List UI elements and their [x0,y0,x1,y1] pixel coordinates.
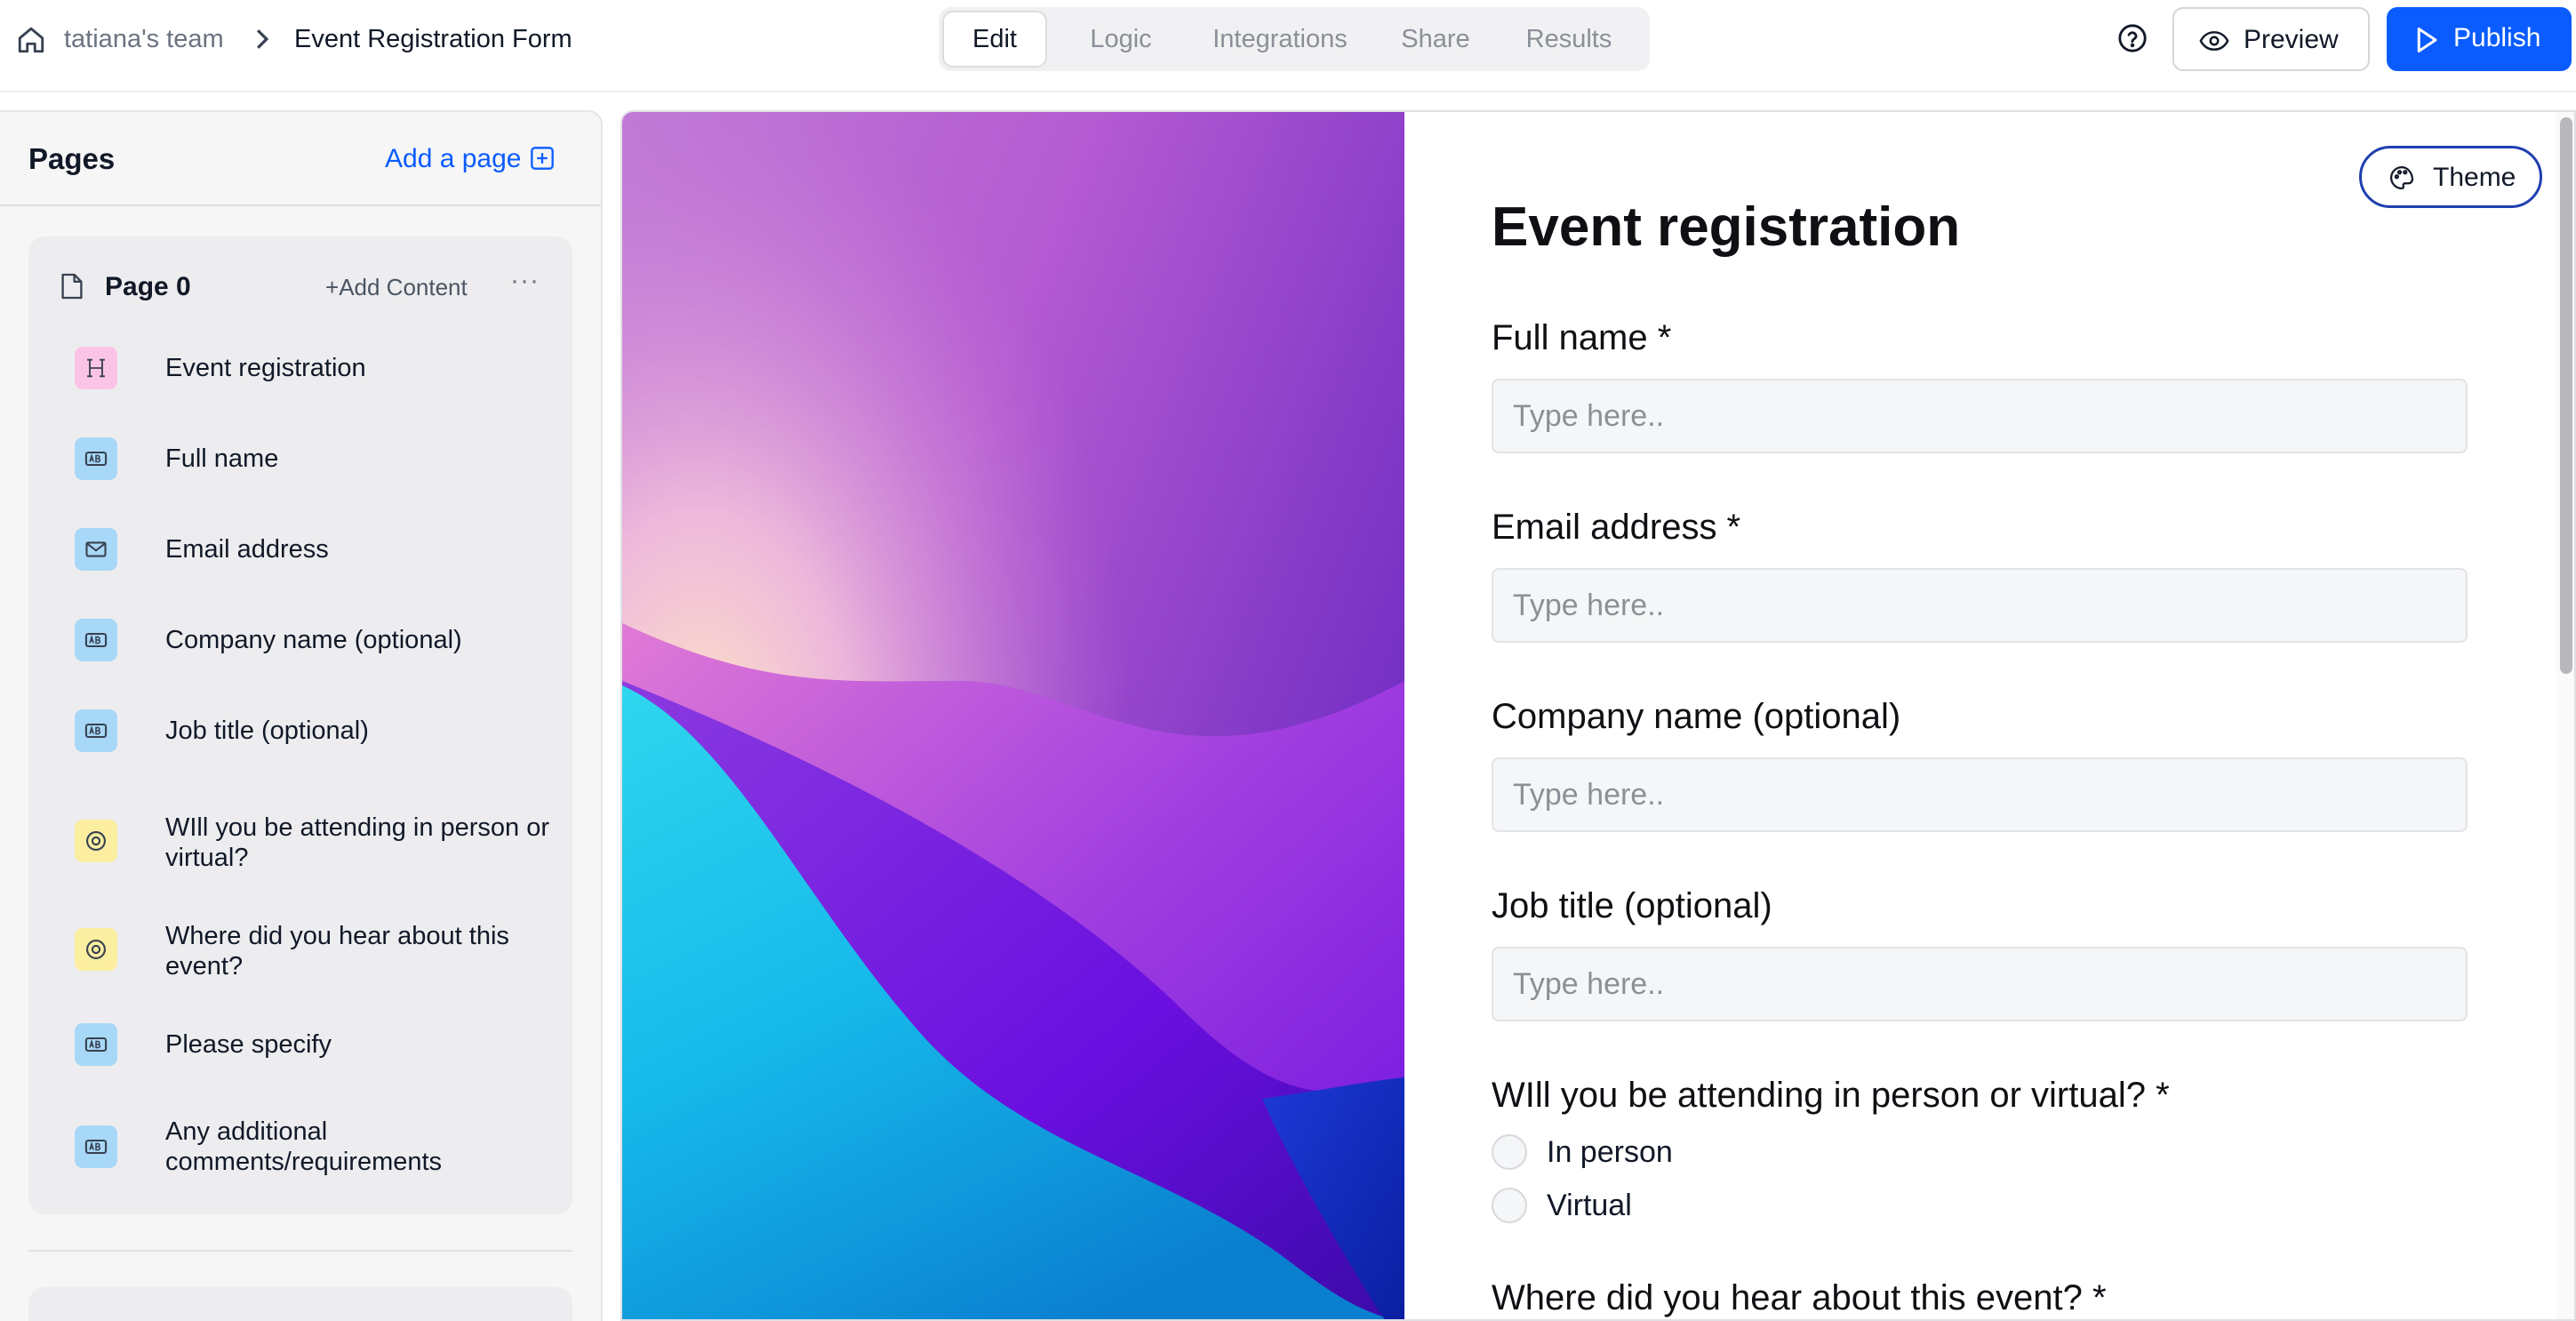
page-name[interactable]: Page 0 [105,272,191,302]
list-item-label: Company name (optional) [165,626,462,654]
home-icon[interactable] [16,25,46,55]
short-text-icon [75,437,117,480]
email-icon [75,528,117,571]
pages-sidebar: Pages Add a page Page 0 +Add Content ···… [0,110,603,1321]
tab-logic[interactable]: Logic [1060,11,1182,68]
heading-icon [75,347,117,389]
file-icon [61,273,83,300]
radio-choice-icon [75,928,117,971]
preview-button[interactable]: Preview [2172,7,2370,71]
play-icon [2417,28,2437,52]
tab-share[interactable]: Share [1378,11,1493,68]
add-content-label: Add Content [339,274,468,300]
short-text-icon [75,709,117,752]
list-item-label: Job title (optional) [165,717,369,745]
list-item[interactable]: Company name (optional) [75,619,555,663]
list-item-label: Where did you hear about this event? [165,922,509,981]
chevron-right-icon [256,29,269,49]
question-circle-icon[interactable] [2117,23,2148,53]
scrollbar-thumb[interactable] [2560,117,2572,674]
publish-button[interactable]: Publish [2387,7,2572,71]
list-item[interactable]: Please specify [75,1023,555,1068]
cover-image [622,112,1404,1319]
page-card[interactable]: Page 0 +Add Content ··· Event registrati… [28,236,572,1214]
question-label: Full name * [1492,318,1672,357]
page-card[interactable] [28,1287,572,1321]
list-item-label: Email address [165,535,329,564]
tab-integrations[interactable]: Integrations [1191,11,1369,68]
list-item-label: Full name [165,444,279,473]
job-title-field[interactable] [1492,947,2468,1021]
short-text-icon [75,619,117,661]
top-bar: tatiana's team Event Registration Form E… [0,0,2576,92]
add-page-button[interactable]: Add a page [385,144,521,174]
question-label: Company name (optional) [1492,697,1901,736]
breadcrumb-form-name[interactable]: Event Registration Form [294,24,572,54]
more-options-icon[interactable]: ··· [510,268,540,299]
email-field[interactable] [1492,568,2468,643]
form-canvas: Theme Event registration Full name * Ema… [620,110,2576,1321]
list-item[interactable]: Full name [75,437,555,482]
editor-tabs: Edit Logic Integrations Share Results [939,7,1650,71]
question-label: WIll you be attending in person or virtu… [1492,1076,2170,1115]
company-name-field[interactable] [1492,757,2468,832]
radio-choice-icon [75,820,117,862]
palette-icon [2390,165,2414,190]
theme-button[interactable]: Theme [2359,146,2542,208]
sidebar-header: Pages Add a page [0,112,601,206]
list-item-label: Event registration [165,354,366,382]
question-label: Where did you hear about this event? * [1492,1278,2107,1317]
publish-label: Publish [2453,23,2541,52]
plus-square-icon[interactable] [530,146,555,171]
list-item[interactable]: Where did you hear about this event? [75,921,555,983]
sidebar-divider [28,1250,572,1252]
list-item[interactable]: Email address [75,528,555,572]
radio-in-person[interactable] [1492,1134,1527,1170]
list-item[interactable]: Event registration [75,347,555,391]
list-item[interactable]: WIll you be attending in person or virtu… [75,813,555,875]
list-item-label: WIll you be attending in person or virtu… [165,813,550,872]
radio-label: In person [1547,1135,1673,1169]
full-name-field[interactable] [1492,379,2468,453]
short-text-icon [75,1125,117,1168]
list-item[interactable]: Job title (optional) [75,709,555,754]
add-content-button[interactable]: +Add Content [325,274,468,300]
sidebar-title: Pages [28,142,116,175]
list-item-label: Please specify [165,1030,332,1059]
theme-label: Theme [2433,163,2516,192]
preview-label: Preview [2244,25,2339,54]
tab-results[interactable]: Results [1502,11,1636,68]
radio-virtual[interactable] [1492,1188,1527,1223]
radio-label: Virtual [1547,1189,1632,1222]
list-item[interactable]: Any additional comments/requirements [75,1117,555,1179]
short-text-icon [75,1023,117,1066]
question-label: Job title (optional) [1492,886,1772,925]
eye-icon [2199,31,2229,51]
tab-edit[interactable]: Edit [942,11,1047,68]
breadcrumb-team[interactable]: tatiana's team [64,24,224,54]
list-item-label: Any additional comments/requirements [165,1117,443,1176]
question-label: Email address * [1492,508,1741,547]
form-title: Event registration [1492,196,1961,258]
